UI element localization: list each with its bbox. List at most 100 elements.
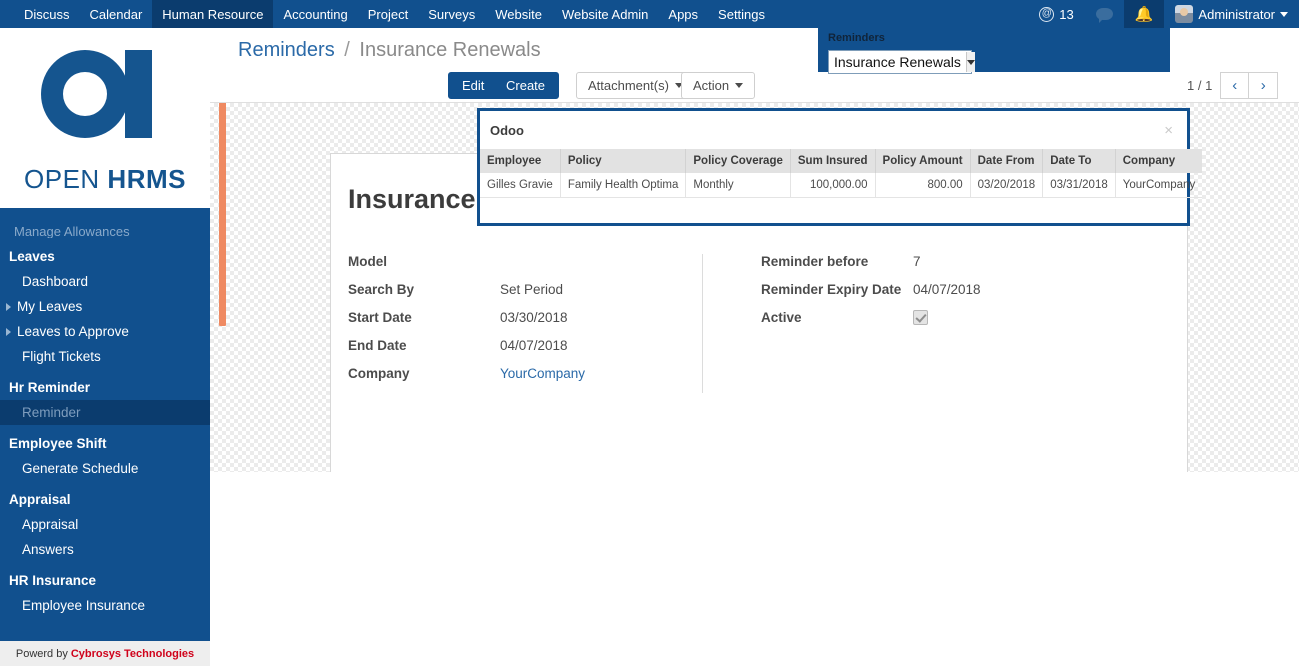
pager-buttons: ‹ › <box>1220 72 1279 99</box>
breadcrumb-current: Insurance Renewals <box>359 39 541 61</box>
user-name: Administrator <box>1198 6 1275 22</box>
field-label: Reminder before <box>761 254 869 269</box>
field-value: 7 <box>913 254 921 269</box>
sidebar-item-label: Reminder <box>22 405 81 420</box>
mention-count: 13 <box>1059 6 1074 22</box>
sidebar-section-hr-insurance: HR Insurance <box>9 573 97 588</box>
openhrms-logo: OPEN HRMS <box>0 28 210 208</box>
cell-date-to: 03/31/2018 <box>1042 173 1116 198</box>
sidebar-item-reminder[interactable]: Reminder <box>0 400 210 425</box>
left-sidebar: OPEN HRMS Manage Allowances Leaves Dashbo… <box>0 28 210 641</box>
pager-next-button[interactable]: › <box>1249 72 1279 99</box>
table-row[interactable]: Gilles Gravie Family Health Optima Monthly… <box>480 173 1203 198</box>
record-pager: 1 / 1 ‹ › <box>1187 72 1279 99</box>
cell-coverage: Monthly <box>685 173 791 198</box>
nav-item-discuss[interactable]: Discuss <box>14 0 80 28</box>
sidebar-item-dashboard[interactable]: Dashboard <box>0 269 210 294</box>
form-field-reminder-expiry-date: Reminder Expiry Date 04/07/2018 <box>761 282 1121 299</box>
sidebar-item-leaves-to-approve[interactable]: Leaves to Approve <box>0 319 210 344</box>
nav-item-human-resource[interactable]: Human Resource <box>152 0 274 28</box>
chevron-right-icon <box>6 302 11 311</box>
mentions-button[interactable]: @ 13 <box>1028 0 1084 28</box>
attachments-dropdown-button[interactable]: Attachment(s) <box>576 72 695 99</box>
form-field-reminder-before: Reminder before 7 <box>761 254 1121 271</box>
nav-item-accounting[interactable]: Accounting <box>273 0 357 28</box>
sidebar-item-label: Appraisal <box>22 517 79 532</box>
table-body: Gilles Gravie Family Health Optima Monthly… <box>480 173 1203 198</box>
sidebar-item-flight-tickets[interactable]: Flight Tickets <box>0 344 210 369</box>
sidebar-footer: Powerd by Cybrosys Technologies <box>0 641 210 666</box>
openhrms-logo-mark <box>41 49 152 138</box>
field-label: Active <box>761 309 802 325</box>
nav-item-settings[interactable]: Settings <box>708 0 775 28</box>
field-value: Set Period <box>500 281 564 297</box>
bell-icon: 🔔 <box>1134 5 1154 23</box>
field-label: Search By <box>348 281 415 297</box>
sidebar-menu: Leaves Dashboard My Leaves Leaves to Approv… <box>0 238 210 618</box>
chevron-down-icon <box>1280 11 1288 17</box>
nav-item-calendar[interactable]: Calendar <box>80 0 153 28</box>
cell-policy: Family Health Optima <box>560 173 687 198</box>
form-field-end-date: End Date 04/07/2018 <box>348 338 692 355</box>
sidebar-item-answers[interactable]: Answers <box>0 537 210 562</box>
user-menu[interactable]: Administrator <box>1164 0 1299 28</box>
sidebar-item-appraisal[interactable]: Appraisal <box>0 512 210 537</box>
action-label: Action <box>693 78 730 93</box>
breadcrumb-root[interactable]: Reminders <box>238 39 335 61</box>
dialog-header: Odoo × <box>480 111 1187 149</box>
create-button[interactable]: Create <box>492 72 560 99</box>
nav-item-apps[interactable]: Apps <box>658 0 708 28</box>
reminders-select[interactable]: Insurance Renewals <box>828 50 975 74</box>
logo-open-text: OPEN <box>24 163 108 194</box>
column-header-date-to: Date To <box>1042 149 1116 173</box>
notifications-button[interactable]: 🔔 <box>1123 0 1165 28</box>
sidebar-section-appraisal: Appraisal <box>9 492 71 507</box>
vertical-scrollbar-thumb[interactable] <box>219 103 226 326</box>
column-header-company: Company <box>1115 149 1203 173</box>
form-title: Insurance <box>348 184 476 214</box>
form-field-search-by: Search By Set Period <box>348 282 692 299</box>
sidebar-item-label: Flight Tickets <box>22 349 101 364</box>
dialog-title: Odoo <box>490 122 524 138</box>
field-label: Start Date <box>348 309 412 325</box>
sidebar-item-label: Employee Insurance <box>22 598 146 613</box>
cell-employee: Gilles Gravie <box>480 173 561 198</box>
sidebar-item-my-leaves[interactable]: My Leaves <box>0 294 210 319</box>
field-value: 03/30/2018 <box>500 309 568 325</box>
sidebar-item-employee-insurance[interactable]: Employee Insurance <box>0 593 210 618</box>
table-head: Employee Policy Policy Coverage Sum Insured… <box>480 149 1203 173</box>
field-label: Company <box>348 365 410 381</box>
column-header-date-from: Date From <box>970 149 1044 173</box>
field-value: 04/07/2018 <box>500 337 568 353</box>
sidebar-item-generate-schedule[interactable]: Generate Schedule <box>0 456 210 481</box>
form-field-model: Model <box>348 254 692 271</box>
odoo-modal-dialog: Odoo × Employee Policy Policy Coverage Sum … <box>477 108 1203 226</box>
nav-item-surveys[interactable]: Surveys <box>418 0 485 28</box>
chevron-down-icon <box>965 52 975 72</box>
sidebar-item-label: Dashboard <box>22 274 89 289</box>
breadcrumb: Reminders / Insurance Renewals <box>238 39 541 62</box>
sidebar-item-label: My Leaves <box>17 299 83 314</box>
nav-item-website[interactable]: Website <box>485 0 552 28</box>
chevron-right-icon <box>6 327 11 336</box>
form-group-right: Reminder before 7 Reminder Expiry Date 04/0… <box>761 254 1121 338</box>
footer-prefix: Powerd by <box>15 647 68 660</box>
clipped-menu-item[interactable]: Manage Allowances <box>0 224 210 238</box>
reminders-select-value: Insurance Renewals <box>834 54 961 70</box>
active-checkbox[interactable] <box>913 309 928 325</box>
cell-date-from: 03/20/2018 <box>970 173 1044 198</box>
pager-previous-button[interactable]: ‹ <box>1220 72 1250 99</box>
breadcrumb-separator: / <box>344 39 350 61</box>
footer-brand: Cybrosys Technologies <box>70 647 195 660</box>
messages-button[interactable] <box>1085 0 1124 28</box>
field-value[interactable]: YourCompany <box>500 366 585 383</box>
action-dropdown-button[interactable]: Action <box>681 72 756 99</box>
edit-button[interactable]: Edit <box>448 72 499 99</box>
dialog-records-table: Employee Policy Policy Coverage Sum Insured… <box>480 149 1203 198</box>
close-icon[interactable]: × <box>1160 121 1177 140</box>
sidebar-item-label: Leaves to Approve <box>17 324 129 339</box>
nav-item-website-admin[interactable]: Website Admin <box>552 0 658 28</box>
chat-bubble-icon <box>1095 8 1113 23</box>
nav-item-project[interactable]: Project <box>358 0 418 28</box>
form-group-left: Model Search By Set Period Start Date 03/30/… <box>348 254 703 394</box>
